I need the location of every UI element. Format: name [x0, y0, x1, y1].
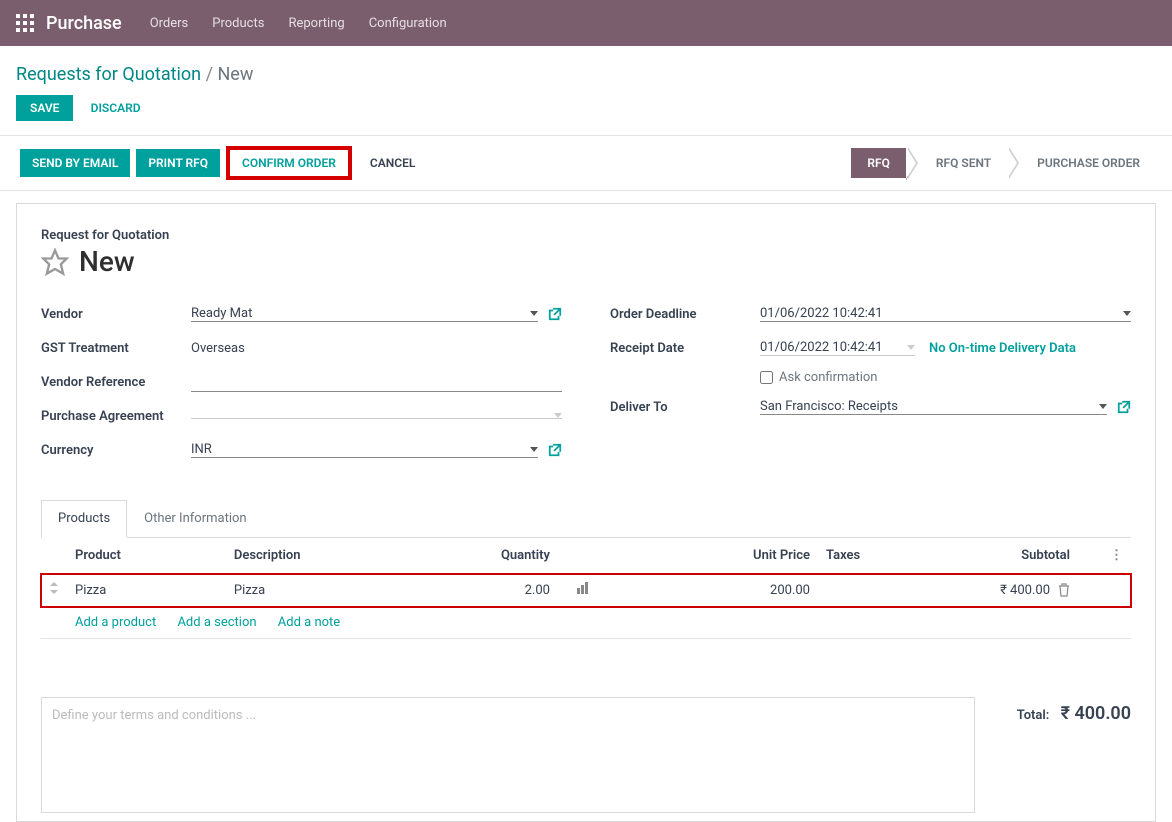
kebab-icon[interactable]: ⋮ — [1102, 538, 1131, 574]
total-value: ₹ 400.00 — [1061, 703, 1131, 724]
send-by-email-button[interactable]: SEND BY EMAIL — [20, 149, 130, 177]
gst-label: GST Treatment — [41, 341, 191, 356]
menu-configuration[interactable]: Configuration — [369, 16, 447, 31]
chevron-down-icon[interactable] — [1099, 404, 1107, 409]
apps-icon[interactable] — [16, 14, 34, 32]
line-subtotal: ₹ 400.00 — [1000, 583, 1050, 598]
currency-label: Currency — [41, 443, 191, 458]
breadcrumb: Requests for Quotation / New — [16, 64, 1156, 85]
app-title[interactable]: Purchase — [46, 13, 122, 34]
menu-orders[interactable]: Orders — [150, 16, 189, 31]
breadcrumb-parent[interactable]: Requests for Quotation — [16, 64, 201, 85]
sheet-title: New — [79, 245, 135, 278]
status-sep-icon — [906, 147, 920, 179]
add-product-link[interactable]: Add a product — [75, 615, 156, 630]
breadcrumb-current: New — [217, 64, 253, 85]
save-button[interactable]: SAVE — [16, 95, 73, 121]
menu-products[interactable]: Products — [212, 16, 264, 31]
chevron-down-icon[interactable] — [907, 345, 915, 350]
line-description[interactable]: Pizza — [226, 574, 438, 607]
col-taxes: Taxes — [818, 538, 898, 574]
forecast-icon[interactable] — [576, 582, 590, 594]
add-note-link[interactable]: Add a note — [278, 615, 340, 630]
star-icon[interactable] — [41, 248, 69, 276]
print-rfq-button[interactable]: PRINT RFQ — [136, 149, 220, 177]
deliver-to-value[interactable]: San Francisco: Receipts — [760, 399, 1099, 414]
topbar: Purchase Orders Products Reporting Confi… — [0, 0, 1172, 46]
col-quantity: Quantity — [438, 538, 558, 574]
total-label: Total: — [1017, 708, 1050, 723]
cancel-button[interactable]: CANCEL — [358, 150, 427, 176]
line-unit-price[interactable]: 200.00 — [598, 574, 818, 607]
vendor-ref-input[interactable] — [191, 372, 562, 392]
sheet-subtitle: Request for Quotation — [41, 228, 1131, 243]
add-section-link[interactable]: Add a section — [177, 615, 256, 630]
discard-button[interactable]: DISCARD — [81, 95, 151, 121]
drag-handle-icon[interactable] — [41, 574, 67, 607]
no-ontime-link[interactable]: No On-time Delivery Data — [929, 341, 1076, 356]
chevron-down-icon[interactable] — [554, 413, 562, 418]
currency-value[interactable]: INR — [191, 442, 530, 457]
form-sheet: Request for Quotation New Vendor Ready M… — [16, 203, 1156, 822]
gst-value: Overseas — [191, 341, 245, 356]
status-purchase-order[interactable]: PURCHASE ORDER — [1021, 148, 1156, 178]
external-link-icon[interactable] — [548, 443, 562, 457]
status-rfq[interactable]: RFQ — [851, 148, 906, 178]
status-rfq-sent[interactable]: RFQ SENT — [920, 148, 1007, 178]
tabs: Products Other Information — [41, 500, 1131, 538]
line-taxes[interactable] — [818, 574, 898, 607]
deliver-to-label: Deliver To — [610, 400, 760, 415]
col-unit-price: Unit Price — [598, 538, 818, 574]
chevron-down-icon[interactable] — [530, 447, 538, 452]
order-deadline-value[interactable]: 01/06/2022 10:42:41 — [760, 306, 1123, 321]
external-link-icon[interactable] — [548, 307, 562, 321]
terms-box — [41, 697, 975, 813]
order-deadline-label: Order Deadline — [610, 307, 760, 322]
confirm-order-button[interactable]: CONFIRM ORDER — [226, 146, 352, 180]
tab-products[interactable]: Products — [41, 500, 127, 538]
ask-confirmation-label: Ask confirmation — [779, 370, 878, 385]
table-row[interactable]: Pizza Pizza 2.00 200.00 ₹ 400.00 — [41, 574, 1131, 607]
col-product: Product — [67, 538, 226, 574]
col-subtotal: Subtotal — [898, 538, 1078, 574]
statusbar: RFQ RFQ SENT PURCHASE ORDER — [851, 147, 1156, 179]
purchase-agreement-label: Purchase Agreement — [41, 409, 191, 424]
menu-reporting[interactable]: Reporting — [288, 16, 344, 31]
ask-confirmation-checkbox[interactable] — [760, 371, 773, 384]
chevron-down-icon[interactable] — [530, 311, 538, 316]
receipt-date-label: Receipt Date — [610, 341, 760, 356]
vendor-ref-label: Vendor Reference — [41, 375, 191, 390]
tab-other-info[interactable]: Other Information — [127, 500, 263, 537]
vendor-value[interactable]: Ready Mat — [191, 306, 530, 321]
line-quantity[interactable]: 2.00 — [438, 574, 558, 607]
order-lines-table: Product Description Quantity Unit Price … — [41, 538, 1131, 669]
external-link-icon[interactable] — [1117, 400, 1131, 414]
terms-textarea[interactable] — [52, 708, 964, 798]
col-description: Description — [226, 538, 438, 574]
vendor-label: Vendor — [41, 307, 191, 322]
trash-icon[interactable] — [1058, 583, 1070, 597]
actionbar: SEND BY EMAIL PRINT RFQ CONFIRM ORDER CA… — [0, 135, 1172, 191]
line-product[interactable]: Pizza — [67, 574, 226, 607]
receipt-date-value[interactable]: 01/06/2022 10:42:41 — [760, 340, 907, 355]
status-sep-icon — [1007, 147, 1021, 179]
chevron-down-icon[interactable] — [1123, 311, 1131, 316]
